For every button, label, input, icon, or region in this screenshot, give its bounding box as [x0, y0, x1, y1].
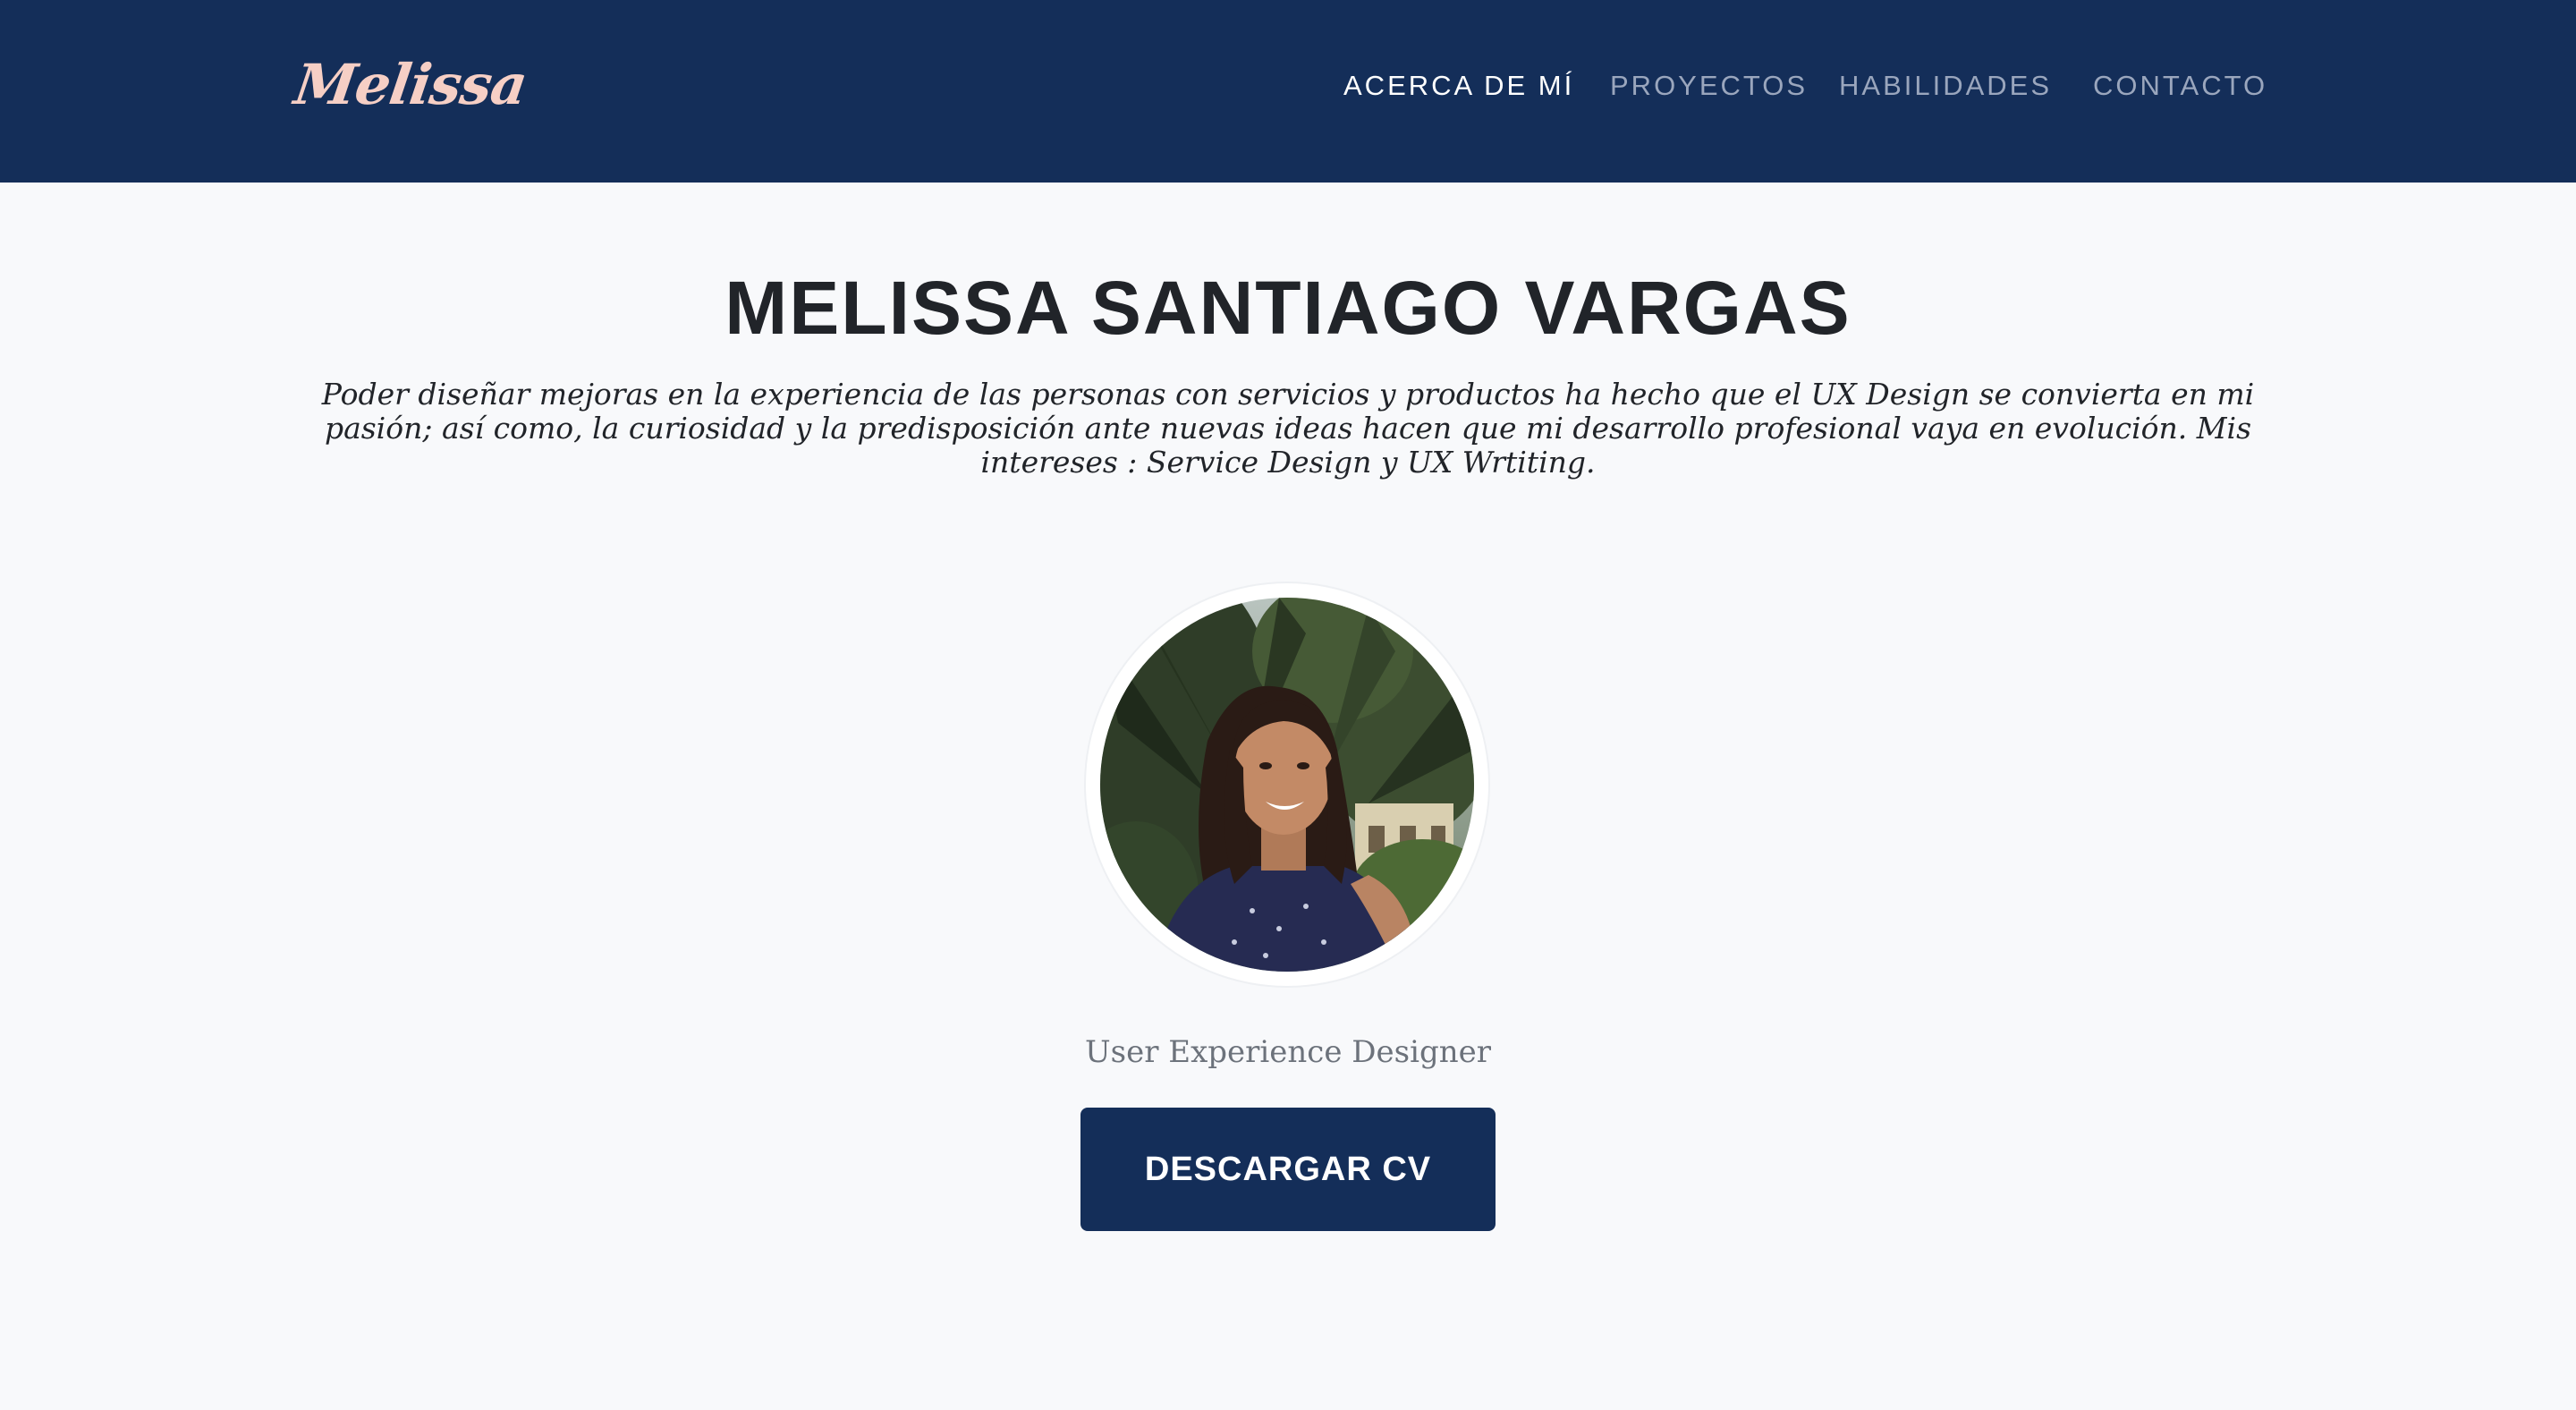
nav-link-skills[interactable]: HABILIDADES: [1839, 70, 2052, 102]
nav-link-about[interactable]: ACERCA DE MÍ: [1343, 70, 1574, 102]
profile-photo: [1100, 598, 1474, 972]
profile-photo-image: [1100, 598, 1474, 972]
page-title: MELISSA SANTIAGO VARGAS: [724, 266, 1852, 350]
intro-paragraph: Poder diseñar mejoras en la experiencia …: [321, 377, 2255, 480]
nav-link-contact[interactable]: CONTACTO: [2093, 70, 2267, 102]
navbar: Melissa ACERCA DE MÍ PROYECTOS HABILIDAD…: [0, 0, 2576, 183]
job-title: User Experience Designer: [1084, 1034, 1492, 1070]
nav-link-projects[interactable]: PROYECTOS: [1610, 70, 1808, 102]
nav-menu: ACERCA DE MÍ PROYECTOS HABILIDADES CONTA…: [0, 70, 2576, 106]
profile-photo-frame: [1086, 583, 1488, 986]
download-cv-button[interactable]: DESCARGAR CV: [1080, 1108, 1496, 1231]
